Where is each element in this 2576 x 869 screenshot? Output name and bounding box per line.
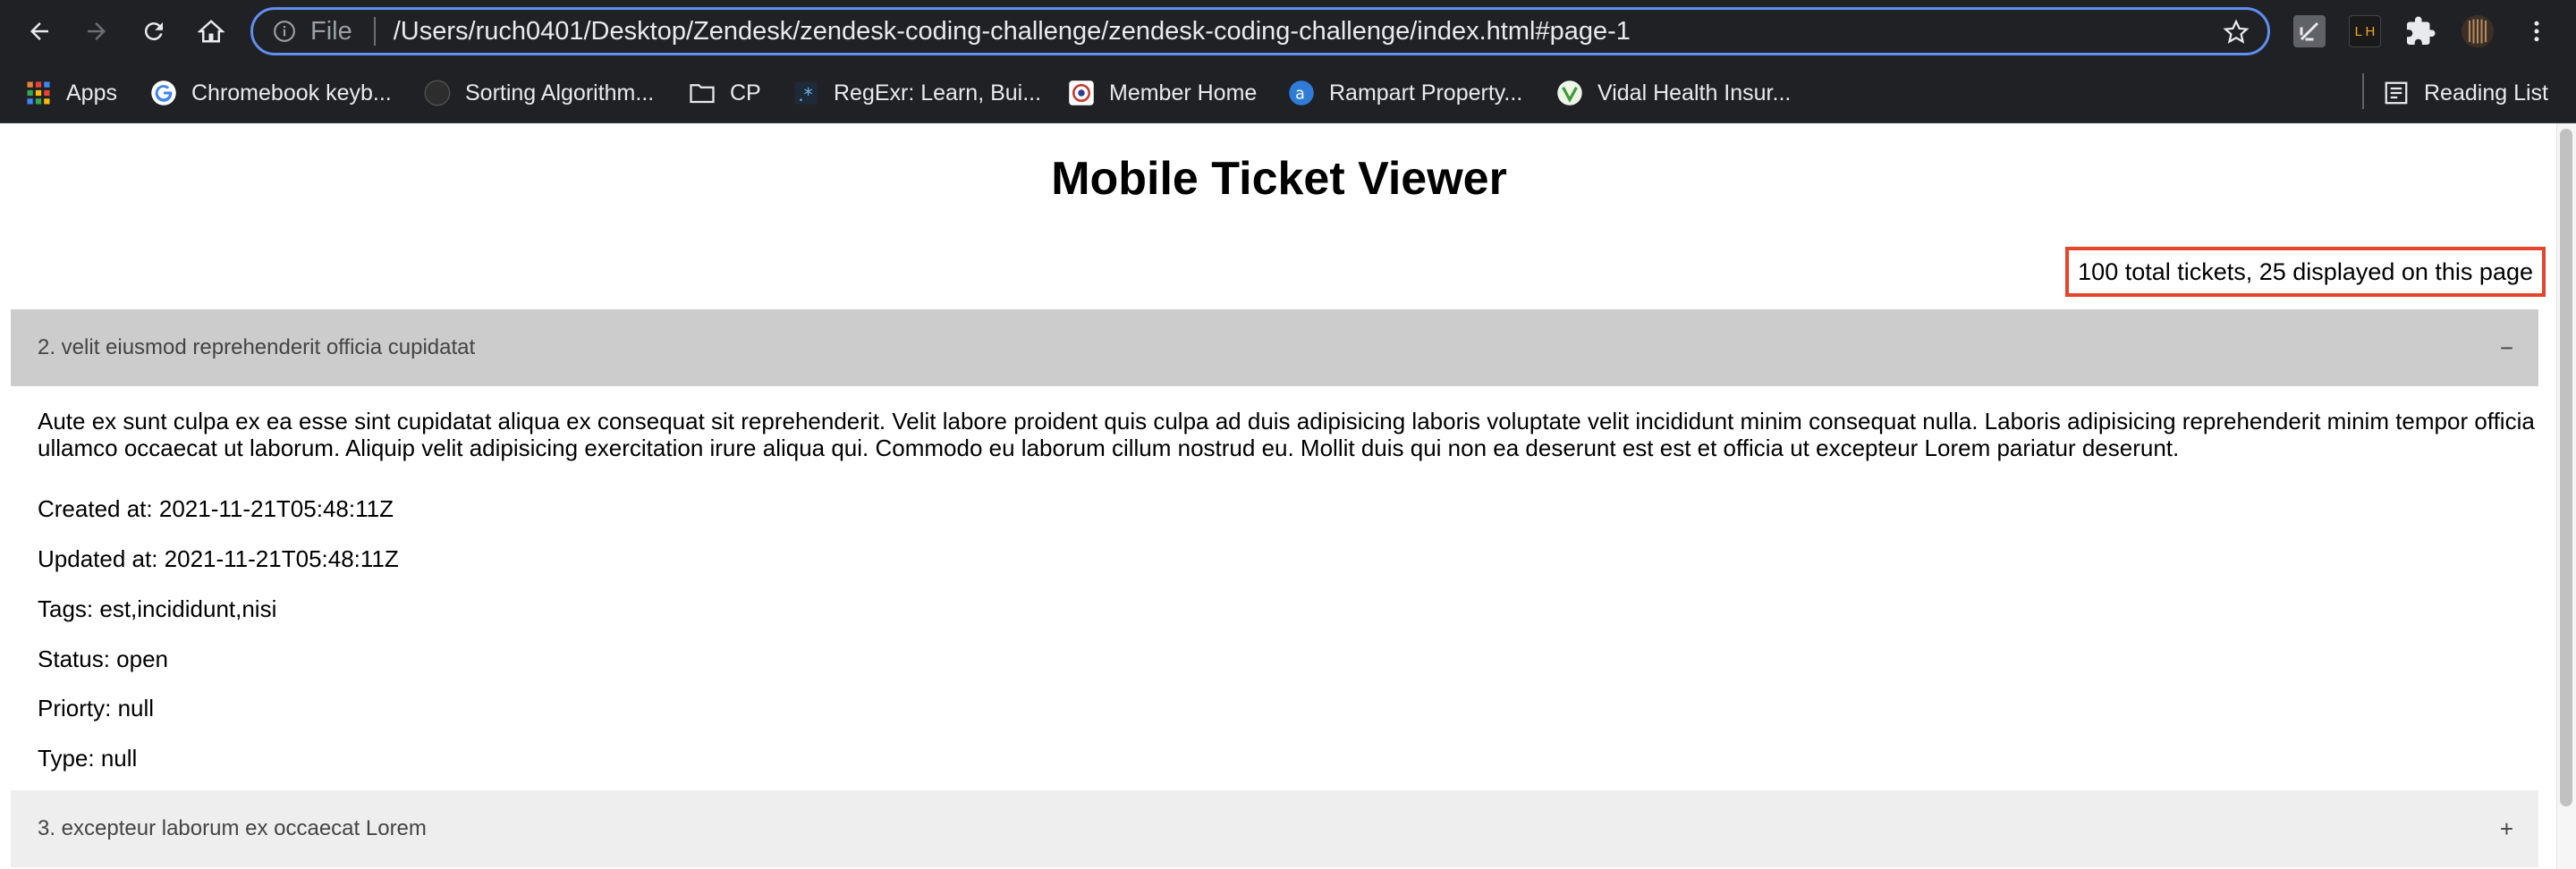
bookmark-label: Sorting Algorithm... <box>465 80 655 105</box>
reading-list-button[interactable]: Reading List <box>2383 73 2548 113</box>
bookmark-label: Vidal Health Insur... <box>1597 80 1792 105</box>
page-content: Mobile Ticket Viewer 100 total tickets, … <box>0 123 2576 869</box>
page-title: Mobile Ticket Viewer <box>1051 153 1507 205</box>
profile-avatar[interactable] <box>2462 15 2494 47</box>
forward-arrow-icon <box>88 22 106 40</box>
bookmark-apps[interactable]: Apps <box>25 73 117 113</box>
ticket-accordion-header[interactable]: 3. excepteur laborum ex occaecat Lorem + <box>11 790 2538 867</box>
extension-lh-icon[interactable]: L H <box>2349 15 2381 47</box>
apps-grid-icon <box>27 81 50 105</box>
bookmarks-bar: Apps Chromebook keyb... Sorting Algorith… <box>0 63 2576 123</box>
bookmark-member-home[interactable]: Member Home <box>1068 73 1257 113</box>
ticket-count-summary: 100 total tickets, 25 displayed on this … <box>2065 247 2546 297</box>
forward-button[interactable] <box>77 12 116 51</box>
ticket-priority: Priorty: null <box>38 695 155 721</box>
home-icon <box>198 20 225 43</box>
ticket-accordion-header[interactable]: 2. velit eiusmod reprehenderit officia c… <box>11 309 2538 386</box>
omnibox-divider <box>373 17 376 46</box>
scrollbar-thumb[interactable] <box>2560 129 2572 806</box>
scheme-label: File <box>310 16 352 46</box>
bookmark-regexr[interactable]: .* RegExr: Learn, Bui... <box>792 73 1041 113</box>
rampart-icon: a <box>1289 80 1314 105</box>
bookmark-vidal[interactable]: Vidal Health Insur... <box>1556 73 1791 113</box>
bookmark-star-icon[interactable] <box>2223 19 2250 46</box>
regexr-icon: .* <box>794 81 818 105</box>
reading-list-label: Reading List <box>2424 80 2548 105</box>
bookmark-label: Apps <box>66 80 117 105</box>
ticket-description: Aute ex sunt culpa ex ea esse sint cupid… <box>38 408 2535 461</box>
bookmark-label: Chromebook keyb... <box>191 80 392 105</box>
kebab-menu-icon <box>2534 21 2539 42</box>
svg-text:.*: .* <box>798 84 812 105</box>
browser-toolbar: File /Users/ruch0401/Desktop/Zendesk/zen… <box>0 0 2576 63</box>
reload-button[interactable] <box>134 12 174 51</box>
bookmark-label: Member Home <box>1109 80 1258 105</box>
extension-feather-icon[interactable] <box>2293 15 2326 47</box>
url-text[interactable]: /Users/ruch0401/Desktop/Zendesk/zendesk-… <box>394 17 1631 46</box>
folder-icon <box>690 84 715 104</box>
extensions-puzzle-icon[interactable] <box>2404 15 2436 47</box>
bookmark-rampart[interactable]: a Rampart Property... <box>1288 73 1522 113</box>
bookmark-label: Rampart Property... <box>1329 80 1523 105</box>
home-button[interactable] <box>191 12 231 51</box>
bookmark-label: RegExr: Learn, Bui... <box>834 80 1042 105</box>
ticket-details-panel: Aute ex sunt culpa ex ea esse sint cupid… <box>38 408 2542 772</box>
bookmark-sorting[interactable]: Sorting Algorithm... <box>424 73 654 113</box>
ticket-status: Status: open <box>38 645 168 672</box>
ticket-tags: Tags: est,incididunt,nisi <box>38 595 277 622</box>
bookmarks-divider <box>2362 73 2364 109</box>
ticket-subject: 2. velit eiusmod reprehenderit officia c… <box>38 335 476 359</box>
back-button[interactable] <box>20 12 59 51</box>
collapse-icon[interactable]: − <box>2500 334 2513 362</box>
expand-icon[interactable]: + <box>2500 815 2513 843</box>
reading-list-icon <box>2385 81 2408 105</box>
back-arrow-icon <box>30 22 48 40</box>
site-icon <box>424 80 451 106</box>
ticket-created-at: Created at: 2021-11-21T05:48:11Z <box>38 495 394 522</box>
bookmark-chromebook[interactable]: Chromebook keyb... <box>150 73 392 113</box>
browser-menu-button[interactable] <box>2519 12 2555 51</box>
ticket-subject: 3. excepteur laborum ex occaecat Lorem <box>38 816 427 840</box>
google-icon <box>151 80 176 105</box>
bookmark-label: CP <box>730 80 761 105</box>
address-bar[interactable]: File /Users/ruch0401/Desktop/Zendesk/zen… <box>250 7 2270 55</box>
ticket-type: Type: null <box>38 745 138 772</box>
reload-icon <box>144 22 163 41</box>
member-icon <box>1069 80 1094 105</box>
info-icon[interactable] <box>273 20 296 43</box>
vidal-icon <box>1557 80 1582 105</box>
svg-text:a: a <box>1295 85 1305 103</box>
bookmark-folder-cp[interactable]: CP <box>689 73 761 113</box>
ticket-updated-at: Updated at: 2021-11-21T05:48:11Z <box>38 545 399 572</box>
